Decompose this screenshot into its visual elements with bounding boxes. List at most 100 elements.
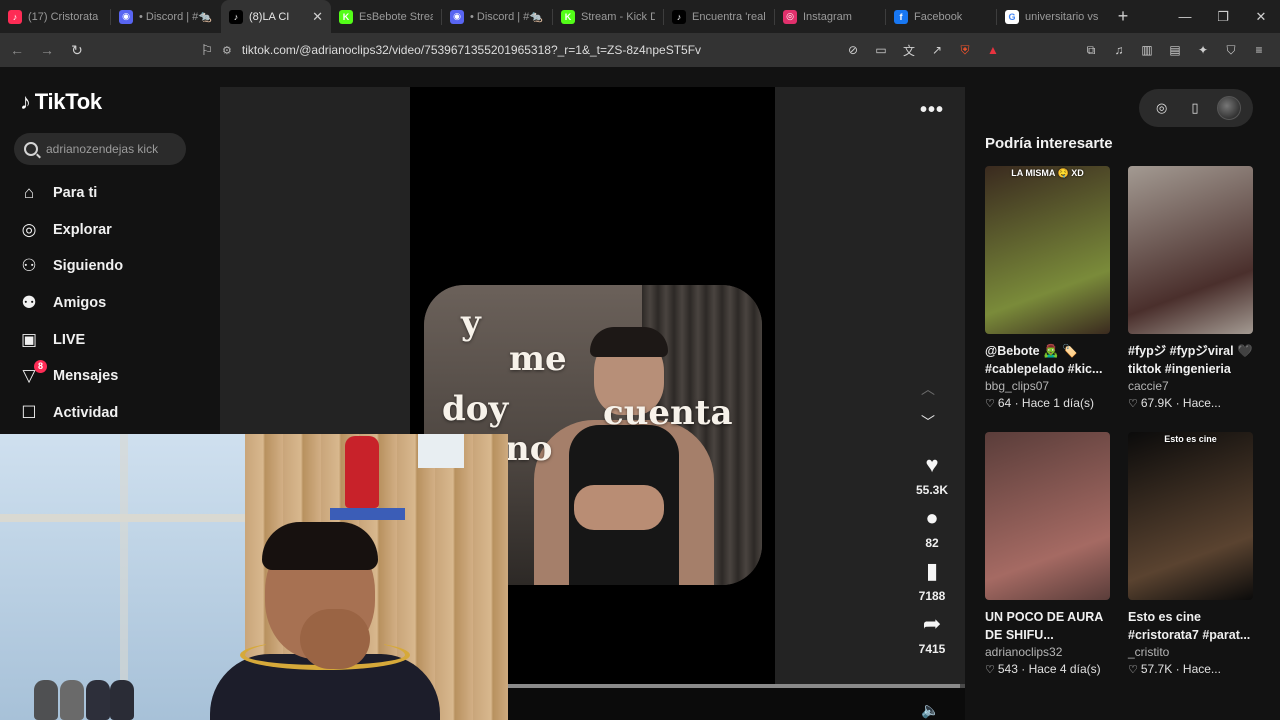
previous-video-icon[interactable]: ︿ [921,379,935,399]
tiktok-logo[interactable]: ♪ TikTok [20,89,102,115]
wallet-icon[interactable]: ▤ [1164,39,1186,61]
browser-tab[interactable]: ♪ Encuentra 'real [664,0,774,33]
sidebar-item-label: Siguiendo [53,258,124,275]
video-title[interactable]: @Bebote 🧟‍♂️ 🏷️ #cablepelado #kic... [985,342,1110,378]
recommended-video-card[interactable]: Esto es cine Esto es cine #cristorata7 #p… [1128,432,1253,676]
fire-extinguisher-icon [345,436,379,508]
bookmark-filled-icon: ▮ [925,558,939,583]
device-icon[interactable]: ▯ [1184,97,1206,119]
notification-badge: 8 [34,359,47,373]
cam-shoe [110,680,134,720]
cam-shoe [34,680,58,720]
video-title[interactable]: #fypジ #fypジviral 🖤 tiktok #ingenieria [1128,342,1253,378]
video-thumbnail[interactable]: LA MISMA 🤤 XD [985,166,1110,334]
video-author[interactable]: adrianoclips32 [985,645,1110,659]
video-actions: ♥ 55.3K ● 82 ▮ 7188 ➦ 7415 [905,452,959,664]
cast-icon[interactable]: ▭ [870,39,892,61]
browser-tab[interactable]: f Facebook [886,0,996,33]
meta-separator: · [1172,662,1183,676]
browser-tab[interactable]: ◉ • Discord | #🐀 [442,0,552,33]
video-thumbnail[interactable]: Esto es cine [1128,432,1253,600]
sidebar-item[interactable]: ⌂ Para ti [18,175,208,212]
tab-favicon-icon: G [1005,9,1019,24]
address-actions: ⊘ ▭ 文 ↗ ⛨ ▲ ⧉ ♫ ▥ ▤ ✦ ⛉ ≡ [842,37,1270,63]
menu-icon[interactable]: ≡ [1248,39,1270,61]
browser-tab[interactable]: K Stream - Kick D [553,0,663,33]
person-hair [590,327,668,357]
no-tracking-icon[interactable]: ⊘ [842,39,864,61]
search-input[interactable]: adrianozendejas kick [14,133,186,165]
video-thumbnail[interactable] [985,432,1110,600]
browser-tab[interactable]: Guniversitario vs [997,0,1107,33]
next-video-icon[interactable]: ﹀ [921,412,935,432]
tab-favicon-icon: ♪ [8,9,22,24]
brave-shield-icon[interactable]: ⛨ [954,39,976,61]
home-icon: ⌂ [23,183,35,203]
vpn-icon[interactable]: ⛉ [1220,39,1242,61]
site-info-icon[interactable]: ⚙ [222,44,232,57]
close-tab-icon[interactable]: ✕ [312,9,323,25]
video-bottom-area [508,687,965,720]
tab-title: universitario vs [1025,10,1099,23]
recommended-video-card[interactable]: LA MISMA 🤤 XD @Bebote 🧟‍♂️ 🏷️ #cablepelad… [985,166,1110,410]
browser-tab-bar: ♪ (17) Cristorata ◉ • Discord | #🐀 ♪ (8)LA CI… [0,0,1280,33]
sidebar-item[interactable]: ◎ Explorar [18,212,208,249]
leo-icon[interactable]: ✦ [1192,39,1214,61]
progress-fill [508,684,961,688]
cam-shoe [60,680,84,720]
video-thumbnail[interactable] [1128,166,1253,334]
share-page-icon[interactable]: ↗ [926,39,948,61]
minimize-icon[interactable]: — [1166,0,1204,33]
forward-icon[interactable]: → [34,37,60,63]
sidebar-item-label: Para ti [53,185,98,202]
recommended-video-card[interactable]: UN POCO DE AURA DE SHIFU... adrianoclips3… [985,432,1110,676]
save-button[interactable]: ▮ 7188 [905,558,959,603]
sidebar-item[interactable]: ▽ 8 Mensajes [18,358,208,395]
recommended-video-card[interactable]: #fypジ #fypジviral 🖤 tiktok #ingenieria cac… [1128,166,1253,410]
browser-tab[interactable]: K EsBebote Strea [331,0,441,33]
webcam-overlay [0,434,508,720]
extensions-icon[interactable]: ⧉ [1080,39,1102,61]
tab-favicon-icon: ◉ [450,9,464,24]
share-arrow-icon: ➦ [922,611,942,636]
media-icon[interactable]: ♫ [1108,39,1130,61]
new-tab-icon[interactable]: + [1107,0,1139,33]
cam-shoes [30,674,134,720]
comment-icon: ● [925,505,939,530]
coins-icon[interactable]: ◎ [1151,97,1173,119]
translate-icon[interactable]: 文 [898,39,920,61]
video-title[interactable]: Esto es cine #cristorata7 #parat... [1128,608,1253,644]
video-title[interactable]: UN POCO DE AURA DE SHIFU... [985,608,1110,644]
profile-avatar[interactable] [1217,96,1242,120]
thumbnail-text: LA MISMA 🤤 XD [1011,168,1084,178]
video-author[interactable]: bbg_clips07 [985,379,1110,393]
sidebar-item[interactable]: ⚇ Siguiendo [18,248,208,285]
volume-icon[interactable]: 🔈 [921,701,940,719]
rewards-icon[interactable]: ▲ [982,39,1004,61]
more-options-icon[interactable]: ••• [920,99,944,122]
person-hands [574,485,664,530]
meta-separator: · [1017,662,1029,676]
browser-tab[interactable]: ♪ (8)LA CI ✕ [221,0,331,33]
search-value: adrianozendejas kick [46,142,159,156]
restore-icon[interactable]: ❐ [1204,0,1242,33]
video-author[interactable]: caccie7 [1128,379,1253,393]
bookmark-icon[interactable]: ⚐ [194,37,220,63]
browser-tab[interactable]: ◉ • Discord | #🐀 [111,0,221,33]
sidebar-item[interactable]: ⚉ Amigos [18,285,208,322]
sidebar-item[interactable]: ▣ LIVE [18,321,208,358]
sidebar-toggle-icon[interactable]: ▥ [1136,39,1158,61]
comment-button[interactable]: ● 82 [905,505,959,550]
close-window-icon[interactable]: ✕ [1242,0,1280,33]
browser-tab[interactable]: ◎ Instagram [775,0,885,33]
reload-icon[interactable]: ↻ [64,37,90,63]
back-icon[interactable]: ← [4,37,30,63]
browser-tab[interactable]: ♪ (17) Cristorata [0,0,110,33]
video-author[interactable]: _cristito [1128,645,1253,659]
sidebar-item[interactable]: ☐ Actividad [18,395,208,432]
video-meta: ♡ 543 · Hace 4 día(s) [985,662,1110,676]
like-button[interactable]: ♥ 55.3K [905,452,959,497]
video-progress-bar[interactable] [508,684,965,688]
share-button[interactable]: ➦ 7415 [905,611,959,656]
following-icon: ⚇ [21,256,37,276]
